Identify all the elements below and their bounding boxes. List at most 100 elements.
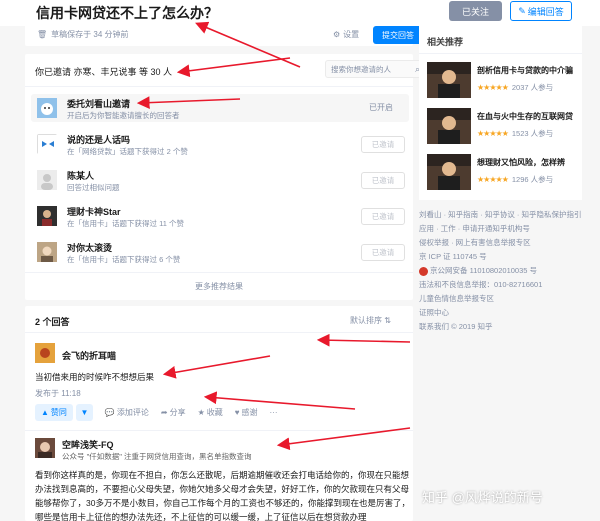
related-title: 相关推荐 <box>427 37 464 47</box>
sort-label: 默认排序 <box>350 316 382 325</box>
divider <box>25 332 413 333</box>
sort-dropdown[interactable]: 默认排序 ⇅ <box>350 315 391 326</box>
live-thumbnail <box>427 154 471 190</box>
footer-links: 刘看山 · 知乎指南 · 知乎协议 · 知乎隐私保护指引 应用 · 工作 · 申… <box>419 208 584 334</box>
invite-row: 陈某人 回答过相似问题 已邀请 <box>31 166 409 194</box>
comment-button[interactable]: 💬 添加评论 <box>105 407 149 418</box>
settings-label: 设置 <box>343 30 360 39</box>
answer-author[interactable]: 会飞的折耳喵 <box>62 349 116 362</box>
footer-line[interactable]: 证照中心 <box>419 306 584 320</box>
invite-name[interactable]: 陈某人 <box>67 169 94 182</box>
edit-answer-button[interactable]: ✎ 编辑回答 <box>510 1 572 21</box>
invite-row: 对你太滚烫 在「信用卡」话题下获得过 6 个赞 已邀请 <box>31 238 409 266</box>
invite-search-placeholder: 搜索你想邀请的人 <box>331 64 391 74</box>
invited-button[interactable]: 已邀请 <box>361 172 405 189</box>
footer-line[interactable]: 侵权举报 · 网上有害信息举报专区 <box>419 236 584 250</box>
more-icon[interactable]: ··· <box>270 408 278 417</box>
footer-line[interactable]: 联系我们 © 2019 知乎 <box>419 320 584 334</box>
invite-row: 说的还是人话吗 在「网络贷款」话题下获得过 2 个赞 已邀请 <box>31 130 409 158</box>
invited-button[interactable]: 已邀请 <box>361 208 405 225</box>
invite-search-input[interactable]: 搜索你想邀请的人 ⌕ <box>325 60 425 78</box>
share-button[interactable]: ➦ 分享 <box>161 407 186 418</box>
footer-line: 违法和不良信息举报：010-82716601 <box>419 280 543 289</box>
answer-text: 看到你这样真的是，你现在不担白，你怎么还散呢，后期逾期催收还会打电话给你的，你现… <box>35 470 410 521</box>
divider <box>25 86 413 87</box>
swap-icon: ⇅ <box>384 316 391 325</box>
participants: 1296 人参与 <box>511 175 554 184</box>
participants: 1523 人参与 <box>511 129 554 138</box>
share-icon: ➦ <box>160 408 168 417</box>
footer-line-police[interactable]: 京公网安备 11010802010035 号 <box>419 264 584 278</box>
invite-panel: 你已邀请 亦寒、丰兄说事 等 30 人 搜索你想邀请的人 ⌕ 委托刘看山邀请 开… <box>25 54 425 300</box>
downvote-button[interactable]: ▼ <box>75 404 93 421</box>
footer-line[interactable]: 应用 · 工作 · 申请开通知乎机构号 <box>419 222 584 236</box>
author-headline: 公众号 "仟如数据" 注重于网贷信用查询，黑名单指数查询 <box>62 452 252 461</box>
invite-sub: 回答过相似问题 <box>67 183 120 192</box>
related-item[interactable]: 在血与火中生存的互联网贷 ★★★★★ 1523 人参与 <box>427 108 577 144</box>
invite-name[interactable]: 理财卡神Star <box>67 205 121 218</box>
vote-group: ▲ 赞同 ▼ <box>35 404 93 421</box>
live-thumbnail <box>427 62 471 98</box>
related-item-title: 想理财又怕风险，怎样辨 <box>477 158 565 167</box>
invite-sub: 在「信用卡」话题下获得过 6 个赞 <box>67 255 181 264</box>
invited-button[interactable]: 已邀请 <box>361 244 405 261</box>
avatar[interactable] <box>37 206 57 226</box>
answers-panel: 2 个回答 默认排序 ⇅ 会飞的折耳喵 当初借来用的时候咋不想想后果 发布于 1… <box>25 306 413 521</box>
invite-sub: 在「信用卡」话题下获得过 11 个赞 <box>67 219 184 228</box>
divider <box>25 272 413 273</box>
gear-icon: ⚙ <box>333 30 341 39</box>
rating-stars: ★★★★★ <box>477 129 509 138</box>
star-icon: ★ <box>197 408 205 417</box>
avatar[interactable] <box>37 170 57 190</box>
divider <box>25 430 413 431</box>
participants: 2037 人参与 <box>511 83 554 92</box>
share-label: 分享 <box>169 408 186 417</box>
auto-invite-status[interactable]: 已开启 <box>369 102 393 113</box>
related-item[interactable]: 剖析信用卡与贷款的中介骗 ★★★★★ 2037 人参与 <box>427 62 577 98</box>
followed-button[interactable]: 已关注 <box>449 1 502 21</box>
avatar[interactable] <box>37 134 58 155</box>
collect-button[interactable]: ★ 收藏 <box>198 407 223 418</box>
author-avatar[interactable] <box>35 438 55 458</box>
avatar[interactable] <box>37 242 57 262</box>
draft-bar: 🗑 草稿保存于 34 分钟前 ⚙ 设置 提交回答 <box>25 22 423 46</box>
related-item-title: 剖析信用卡与贷款的中介骗 <box>477 66 573 75</box>
invited-button[interactable]: 已邀请 <box>361 136 405 153</box>
answer-date[interactable]: 发布于 11:18 <box>35 388 81 399</box>
invite-name[interactable]: 说的还是人话吗 <box>67 133 130 146</box>
invite-name[interactable]: 对你太滚烫 <box>67 241 112 254</box>
pencil-icon: ✎ <box>518 5 526 16</box>
edit-answer-label: 编辑回答 <box>527 6 564 17</box>
invite-name[interactable]: 委托刘看山邀请 <box>67 97 130 110</box>
watermark: 知乎 @风烨说的新号 <box>422 490 543 505</box>
answer-author[interactable]: 空眸浅笑-FQ <box>62 438 114 451</box>
answer-count: 2 个回答 <box>35 317 70 327</box>
rating-stars: ★★★★★ <box>477 175 509 184</box>
trash-icon[interactable]: 🗑 <box>37 30 47 39</box>
author-avatar[interactable] <box>35 343 55 363</box>
invite-sub: 在「网络贷款」话题下获得过 2 个赞 <box>67 147 188 156</box>
thanks-button[interactable]: ♥ 感谢 <box>235 407 258 418</box>
more-results-link[interactable]: 更多推荐结果 <box>25 281 413 292</box>
invite-sub: 开启后为你智能邀请擅长的回答者 <box>67 111 180 120</box>
triangle-up-icon: ▲ <box>41 408 49 417</box>
live-thumbnail <box>427 108 471 144</box>
collect-label: 收藏 <box>206 408 223 417</box>
police-badge-icon <box>419 266 428 276</box>
submit-answer-button[interactable]: 提交回答 <box>373 26 423 44</box>
footer-line: 京公网安备 11010802010035 号 <box>430 266 538 275</box>
footer-line[interactable]: 刘看山 · 知乎指南 · 知乎协议 · 知乎隐私保护指引 <box>419 208 584 222</box>
question-title[interactable]: 信用卡网贷还不上了怎么办？ <box>36 3 218 23</box>
related-item[interactable]: 想理财又怕风险，怎样辨 ★★★★★ 1296 人参与 <box>427 154 577 190</box>
invite-header: 你已邀请 亦寒、丰兄说事 等 30 人 <box>35 67 173 77</box>
liukanshan-avatar <box>37 98 57 118</box>
footer-line[interactable]: 京 ICP 证 110745 号 <box>419 250 584 264</box>
upvote-button[interactable]: ▲ 赞同 <box>35 404 73 421</box>
settings-button[interactable]: ⚙ 设置 <box>333 29 359 40</box>
divider <box>419 53 582 54</box>
answer-text: 当初借来用的时候咋不想想后果 <box>35 372 155 382</box>
footer-line[interactable]: 儿童色情信息举报专区 <box>419 292 584 306</box>
rating-stars: ★★★★★ <box>477 83 509 92</box>
thanks-label: 感谢 <box>241 408 258 417</box>
draft-status: 草稿保存于 34 分钟前 <box>51 30 129 39</box>
